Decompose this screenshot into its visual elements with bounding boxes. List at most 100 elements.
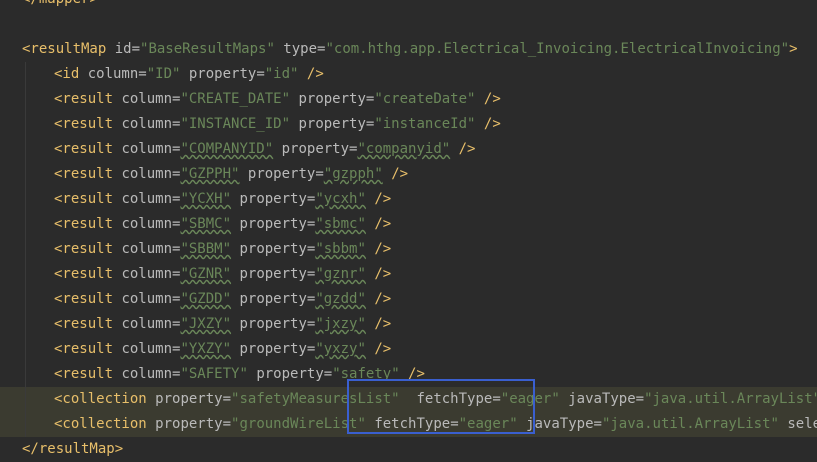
code-token: = xyxy=(450,416,459,432)
code-token: column xyxy=(121,166,173,182)
code-token: /> xyxy=(382,166,409,182)
code-line[interactable] xyxy=(0,12,817,37)
code-token: <resultMap xyxy=(22,41,115,57)
code-token: <collection xyxy=(54,416,156,432)
code-token: "sbmc" xyxy=(315,216,366,232)
code-line[interactable]: <result column="COMPANYID" property="com… xyxy=(0,137,817,162)
code-token: column xyxy=(121,291,173,307)
code-token: column xyxy=(121,191,173,207)
code-line[interactable]: <result column="SAFETY" property="safety… xyxy=(0,362,817,387)
code-token: property xyxy=(231,316,307,332)
code-token: "com.hthg.app.Electrical_Invoicing.Elect… xyxy=(325,41,790,57)
code-token: /> xyxy=(365,216,392,232)
code-text: <result column="JXZY" property="jxzy" /> xyxy=(54,312,391,337)
code-line[interactable]: <result column="JXZY" property="jxzy" /> xyxy=(0,312,817,337)
code-token: "sbbm" xyxy=(315,241,366,257)
code-line[interactable]: <result column="CREATE_DATE" property="c… xyxy=(0,87,817,112)
code-text: <collection property="groundWireList" fe… xyxy=(54,412,817,437)
code-line[interactable]: <collection property="safetyMeasuresList… xyxy=(0,387,817,412)
code-line[interactable]: <result column="GZPPH" property="gzpph" … xyxy=(0,162,817,187)
code-token: > xyxy=(89,0,97,7)
indent-guide xyxy=(25,287,26,312)
code-token: column xyxy=(121,141,173,157)
code-token: javaType xyxy=(559,391,636,407)
code-token: "BaseResultMaps" xyxy=(140,41,275,57)
code-token: /> xyxy=(298,66,324,82)
code-token: property xyxy=(290,116,366,132)
code-token: "GZPPH" xyxy=(180,166,240,182)
indent-guide xyxy=(25,412,26,437)
code-token: = xyxy=(593,416,602,432)
code-token: = xyxy=(131,41,141,57)
code-token: = xyxy=(222,391,232,407)
code-text: <result column="SBMC" property="sbmc" /> xyxy=(54,212,391,237)
code-line[interactable]: <result column="GZDD" property="gzdd" /> xyxy=(0,287,817,312)
code-token: /> xyxy=(365,291,392,307)
code-token: property xyxy=(155,391,223,407)
code-token: "SBBM" xyxy=(180,241,232,257)
code-line[interactable]: <result column="GZNR" property="gznr" /> xyxy=(0,262,817,287)
code-token: "GZDD" xyxy=(180,291,232,307)
indent-guide xyxy=(25,237,26,262)
code-token: = xyxy=(315,166,324,182)
code-token: property xyxy=(239,166,316,182)
code-token: <result xyxy=(54,166,122,182)
code-token: property xyxy=(290,91,366,107)
code-token: <result xyxy=(54,366,122,382)
code-token: "INSTANCE_ID" xyxy=(180,116,291,132)
code-token: column xyxy=(121,91,173,107)
code-token: column xyxy=(121,241,173,257)
code-token: "SAFETY" xyxy=(180,366,248,382)
code-line[interactable]: <collection property="groundWireList" fe… xyxy=(0,412,817,437)
code-token: = xyxy=(635,391,645,407)
code-token: column xyxy=(121,366,173,382)
code-token: "ycxh" xyxy=(315,191,366,207)
indent-guide xyxy=(25,362,26,387)
code-token: "gznr" xyxy=(315,266,366,282)
code-token: "safety" xyxy=(332,366,400,382)
code-token: "yxzy" xyxy=(315,341,366,357)
code-token: javaType xyxy=(517,416,594,432)
code-token: property xyxy=(231,291,307,307)
code-text: <result column="YXZY" property="yxzy" /> xyxy=(54,337,391,362)
code-token: id xyxy=(114,41,132,57)
code-token: property xyxy=(231,341,307,357)
code-token: "jxzy" xyxy=(315,316,366,332)
indent-guide xyxy=(25,187,26,212)
code-token: "groundWireList" xyxy=(231,416,366,432)
code-line[interactable]: <id column="ID" property="id" /> xyxy=(0,62,817,87)
code-token: mapper xyxy=(39,0,90,7)
code-token: "instanceId" xyxy=(374,116,476,132)
code-editor[interactable]: </mapper> <resultMap id="BaseResultMaps" … xyxy=(0,0,817,462)
code-token: "gzpph" xyxy=(323,166,383,182)
code-token: <result xyxy=(54,241,122,257)
code-token: "companyid" xyxy=(357,141,451,157)
code-text: <result column="INSTANCE_ID" property="i… xyxy=(54,112,501,137)
code-token: property xyxy=(273,141,350,157)
code-token: "java.util.ArrayList" xyxy=(644,391,817,407)
code-token: /> xyxy=(475,91,501,107)
code-token: /> xyxy=(450,141,476,157)
code-token: "safetyMeasuresList" xyxy=(231,391,400,407)
indent-guide xyxy=(25,387,26,412)
code-line[interactable]: <result column="YCXH" property="ycxh" /> xyxy=(0,187,817,212)
code-token: "gzdd" xyxy=(315,291,366,307)
code-token: column xyxy=(121,316,173,332)
indent-guide xyxy=(25,262,26,287)
code-line[interactable]: <result column="SBBM" property="sbbm" /> xyxy=(0,237,817,262)
code-text: <result column="GZDD" property="gzdd" /> xyxy=(54,287,391,312)
code-token: <result xyxy=(54,341,122,357)
code-line[interactable]: <result column="INSTANCE_ID" property="i… xyxy=(0,112,817,137)
code-token: property xyxy=(231,216,307,232)
code-token: property xyxy=(155,416,223,432)
code-token: <result xyxy=(54,191,122,207)
code-line[interactable]: <result column="YXZY" property="yxzy" /> xyxy=(0,337,817,362)
code-line[interactable]: </mapper> xyxy=(0,0,817,12)
code-token: column xyxy=(87,66,139,82)
code-line[interactable]: <result column="SBMC" property="sbmc" /> xyxy=(0,212,817,237)
code-token: /> xyxy=(365,241,392,257)
indent-guide xyxy=(25,112,26,137)
code-token: </ xyxy=(22,0,39,7)
code-line[interactable]: <resultMap id="BaseResultMaps" type="com… xyxy=(0,37,817,62)
code-token: column xyxy=(121,341,173,357)
